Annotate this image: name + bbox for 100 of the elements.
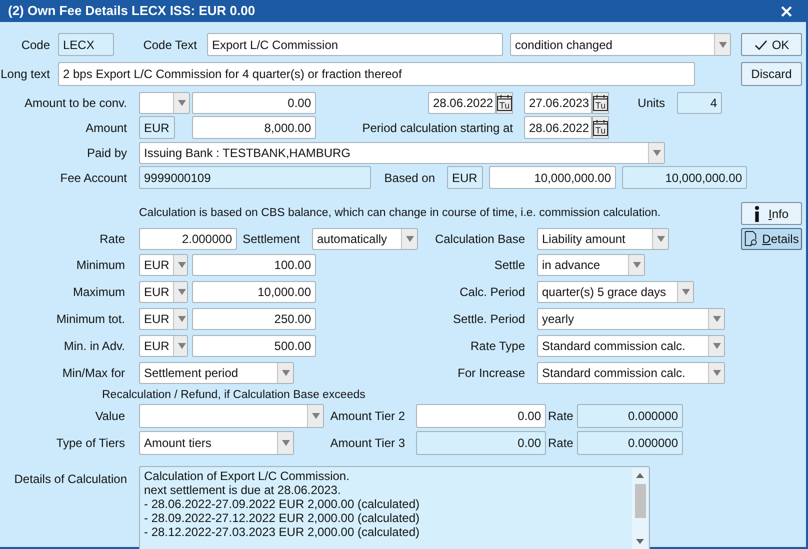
check-icon — [754, 38, 768, 50]
caret-icon — [718, 42, 726, 48]
info-text: Calculation is based on CBS balance, which can change in course of time, i.e. commission calculation. — [139, 206, 662, 221]
readonly-field: 10,000,000.00 — [622, 166, 747, 189]
text-field[interactable]: 500.00 — [192, 335, 316, 357]
caret-icon — [652, 150, 660, 156]
dropdown[interactable]: automatically — [312, 228, 418, 250]
field-label: Settle. Period — [452, 311, 526, 328]
dropdown[interactable]: Settlement period — [139, 362, 294, 384]
dropdown[interactable]: yearly — [537, 308, 725, 330]
dropdown[interactable]: Issuing Bank : TESTBANK,HAMBURG — [139, 142, 665, 164]
field-label: Calc. Period — [458, 284, 526, 301]
text-field[interactable]: 10,000.00 — [192, 281, 316, 303]
calendar-button[interactable]: Tu — [592, 116, 609, 139]
text-field[interactable]: Export L/C Commission — [207, 33, 503, 56]
field-label: Code — [20, 36, 51, 54]
field-label: Amount — [84, 120, 128, 136]
field-label: Settle — [493, 257, 526, 274]
caret-icon — [712, 370, 720, 376]
readonly-field: 9999000109 — [139, 166, 371, 189]
dropdown[interactable]: Liability amount — [537, 228, 669, 250]
dropdown[interactable]: EUR — [139, 254, 188, 276]
caret-icon — [312, 413, 320, 419]
text-line: - 28.09.2022-27.12.2022 EUR 2,000.00 (calculated) — [144, 511, 421, 525]
caret-icon — [656, 236, 664, 242]
field-label: Fee Account — [59, 170, 128, 186]
text-line: - 28.12.2022-27.03.2023 EUR 2,000.00 (calculated) — [144, 525, 421, 539]
date-field[interactable]: 28.06.2022 — [524, 116, 592, 139]
text-field[interactable]: 10,000,000.00 — [489, 166, 616, 189]
readonly-field: 0.000000 — [577, 431, 683, 455]
field-label: Minimum — [75, 257, 126, 274]
field-label: Period calculation starting at — [361, 120, 514, 136]
date-field[interactable]: 27.06.2023 — [524, 92, 592, 114]
field-label: Minimum tot. — [55, 311, 126, 328]
readonly-field: 4 — [677, 92, 722, 114]
scrollbar-thumb[interactable] — [634, 484, 646, 518]
close-icon[interactable] — [781, 6, 792, 16]
dropdown[interactable]: Amount tiers — [139, 431, 294, 455]
text-line: next settlement is due at 28.06.2023. — [144, 483, 342, 497]
readonly-field: LECX — [58, 33, 114, 56]
text-area[interactable] — [139, 466, 650, 549]
date-field[interactable]: 28.06.2022 — [428, 92, 496, 114]
dropdown[interactable]: condition changed — [510, 33, 731, 56]
field-label: Units — [636, 95, 666, 112]
dropdown[interactable]: Standard commission calc. — [537, 335, 725, 357]
text-line: Calculation of Export L/C Commission. — [144, 469, 350, 483]
field-label: Rate — [548, 435, 574, 452]
text-field[interactable]: 2 bps Export L/C Commission for 4 quarter(s) or fraction thereof — [58, 62, 695, 86]
dropdown[interactable]: quarter(s) 5 grace days — [537, 281, 694, 303]
dropdown[interactable]: EUR — [139, 335, 188, 357]
calendar-button[interactable]: Tu — [496, 92, 513, 114]
field-label: Amount Tier 2 — [329, 408, 406, 425]
caret-icon — [406, 236, 414, 242]
field-label: Calculation Base — [434, 231, 526, 248]
caret-icon — [178, 100, 186, 106]
caret-icon — [682, 289, 690, 295]
scroll-down-icon — [636, 539, 644, 544]
scrollbar[interactable] — [632, 468, 648, 549]
field-label: Amount to be conv. — [23, 95, 128, 112]
caret-icon — [178, 289, 186, 295]
scroll-up-icon — [636, 473, 644, 478]
text-field[interactable]: 0.00 — [416, 404, 546, 428]
ok-button[interactable]: OK — [741, 33, 802, 56]
field-label: Long text — [0, 66, 51, 83]
caret-icon — [282, 370, 290, 376]
text-field[interactable]: 8,000.00 — [192, 116, 316, 139]
field-label: Based on — [383, 170, 436, 186]
field-label: Settlement — [242, 231, 301, 248]
dropdown[interactable]: in advance — [537, 254, 645, 276]
dropdown[interactable]: EUR — [139, 308, 188, 330]
caret-icon — [712, 316, 720, 322]
caret-icon — [712, 343, 720, 349]
text-field[interactable]: 2.000000 — [139, 228, 237, 250]
info-icon — [754, 206, 760, 222]
field-label: Min. in Adv. — [62, 338, 126, 355]
readonly-field: EUR — [139, 116, 175, 139]
dropdown[interactable]: Standard commission calc. — [537, 362, 725, 384]
field-label: Rate — [98, 231, 126, 248]
info-button[interactable]: Info — [741, 202, 802, 225]
dropdown[interactable]: EUR — [139, 281, 188, 303]
caret-icon — [632, 262, 640, 268]
field-label: For Increase — [456, 365, 526, 382]
info-text: Recalculation / Refund, if Calculation Base exceeds — [102, 390, 366, 402]
text-line: - 28.06.2022-27.09.2022 EUR 2,000.00 (calculated) — [144, 497, 421, 511]
field-label: Rate — [548, 408, 574, 425]
text-field[interactable]: 100.00 — [192, 254, 316, 276]
readonly-field: 0.000000 — [577, 404, 683, 428]
window-title: (2) Own Fee Details LECX ISS: EUR 0.00 — [8, 2, 256, 20]
discard-button[interactable]: Discard — [741, 62, 802, 86]
calendar-button[interactable]: Tu — [592, 92, 609, 114]
field-label: Details of Calculation — [13, 471, 128, 488]
text-field[interactable]: 0.00 — [192, 92, 316, 114]
caret-icon — [282, 440, 290, 446]
field-label: Min/Max for — [61, 365, 126, 382]
field-label: Rate Type — [470, 338, 526, 355]
caret-icon — [178, 316, 186, 322]
text-field[interactable]: 250.00 — [192, 308, 316, 330]
details-button[interactable]: Details — [741, 228, 802, 250]
readonly-field: EUR — [447, 166, 483, 189]
field-label: Code Text — [142, 36, 198, 54]
